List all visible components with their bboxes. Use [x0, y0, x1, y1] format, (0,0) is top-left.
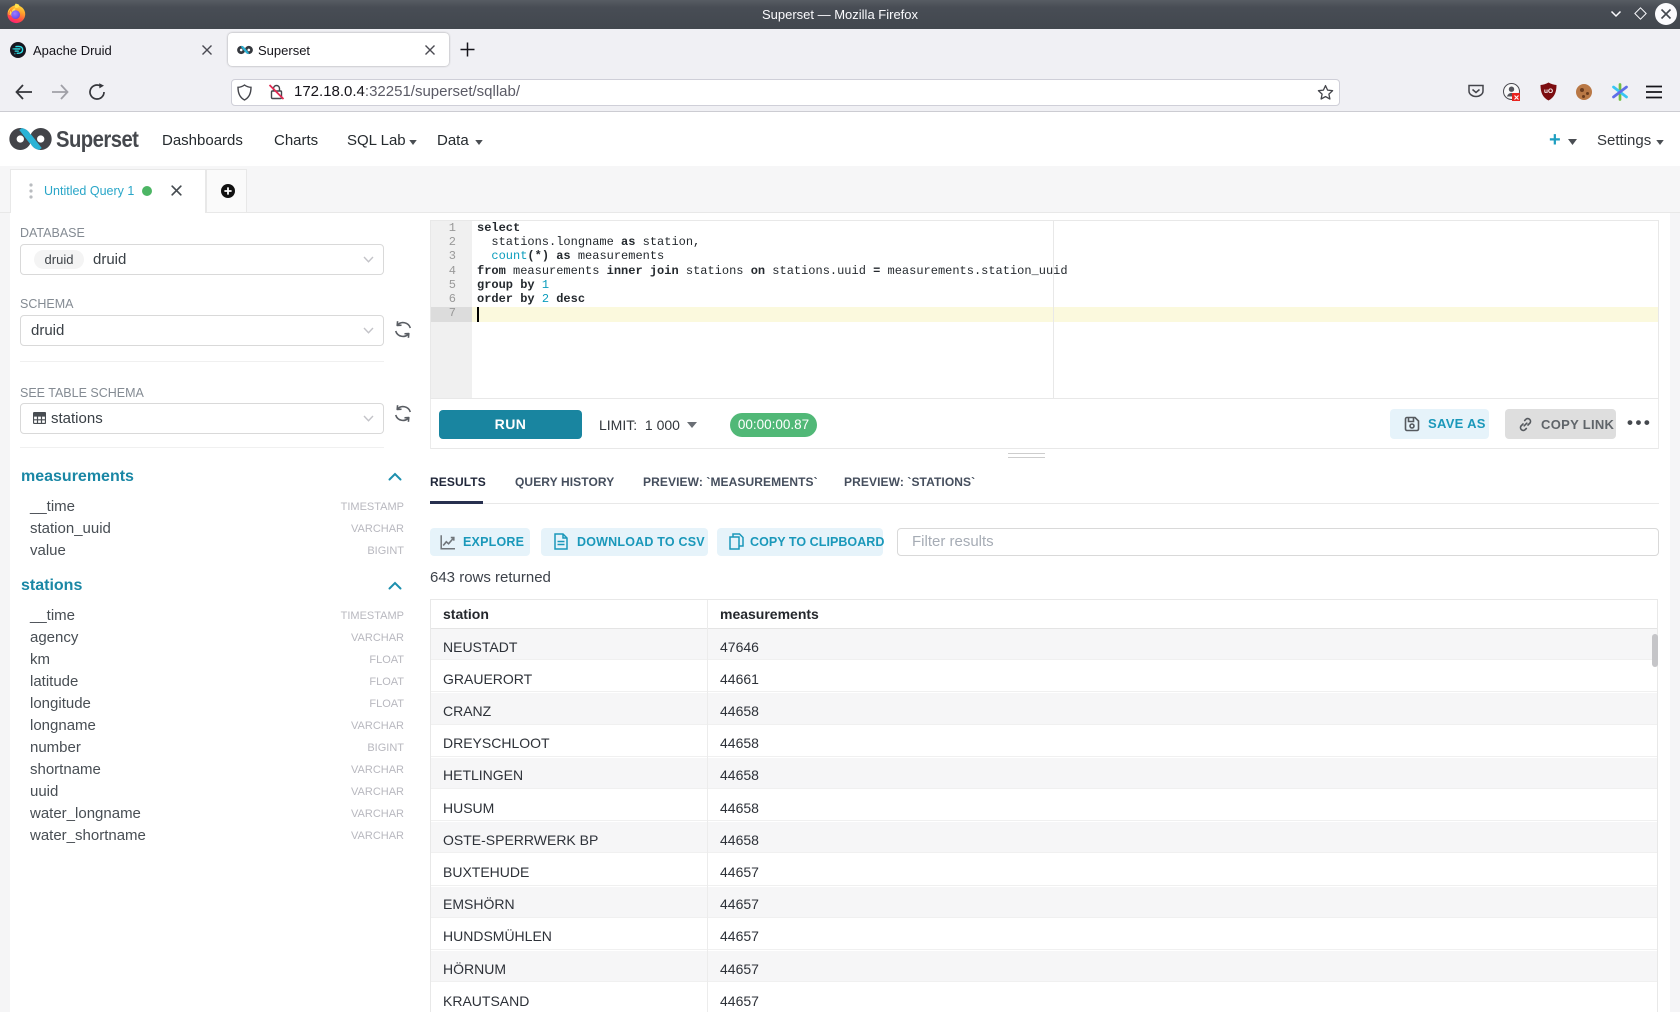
svg-text:uO: uO — [1544, 88, 1553, 95]
